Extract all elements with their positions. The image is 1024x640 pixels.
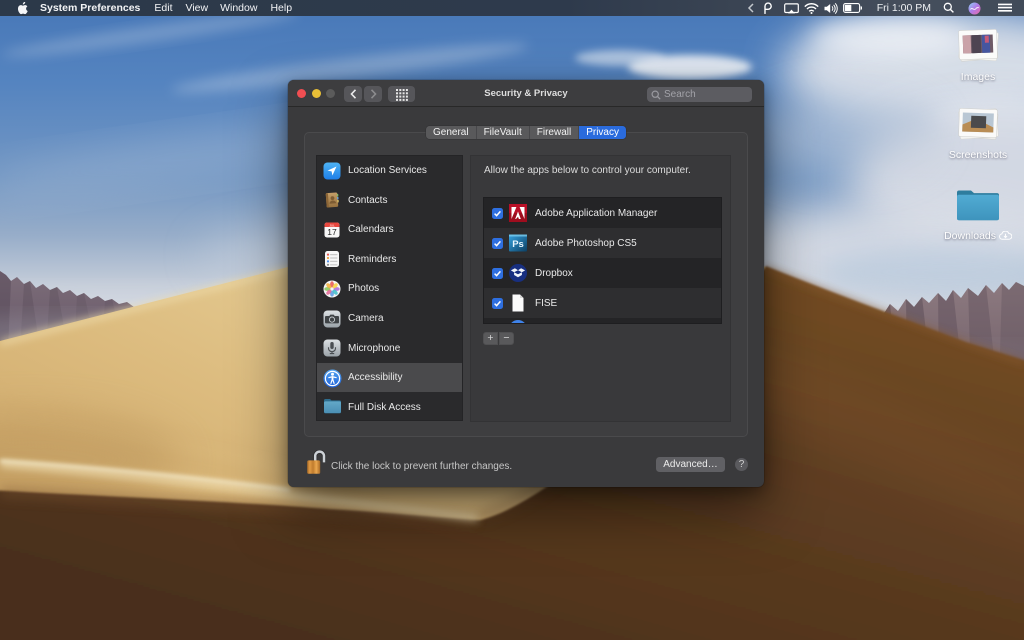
svg-text:17: 17 — [327, 227, 337, 237]
svg-text:Ps: Ps — [512, 239, 524, 250]
